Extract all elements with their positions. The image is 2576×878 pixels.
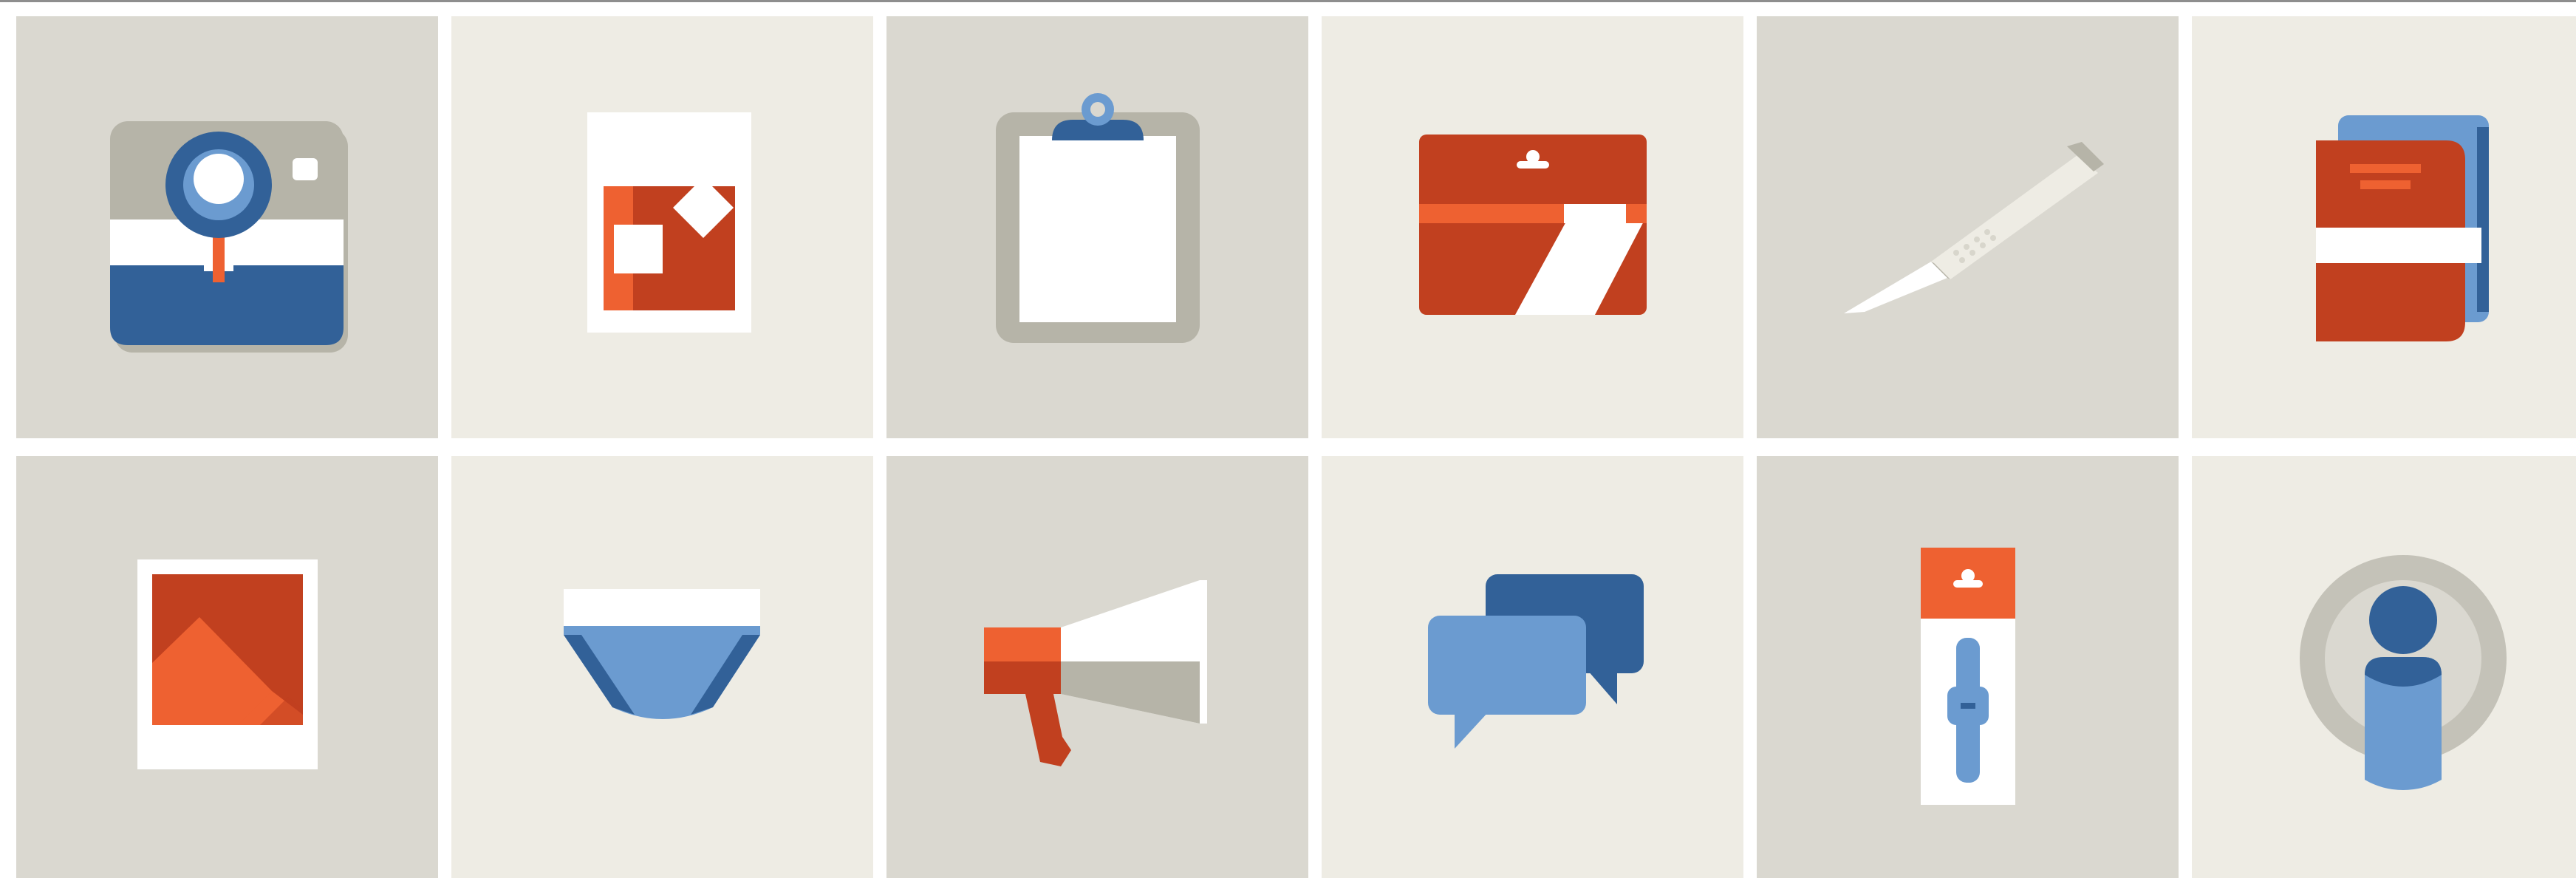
- tile-usb-drive[interactable]: [1757, 456, 2179, 878]
- tile-clipboard[interactable]: [886, 16, 1308, 438]
- pouch-icon: [1419, 135, 1647, 315]
- tile-scalpel[interactable]: [1757, 16, 2179, 438]
- user-avatar-icon: [2300, 555, 2507, 790]
- notebook-icon: [2316, 115, 2489, 341]
- photo-icon: [137, 559, 318, 769]
- tile-pouch[interactable]: [1322, 16, 1743, 438]
- tile-photo[interactable]: [16, 456, 438, 878]
- scalpel-icon: [1844, 142, 2104, 313]
- icon-grid: [16, 16, 2576, 878]
- underwear-icon: [564, 589, 760, 719]
- tile-megaphone[interactable]: [886, 456, 1308, 878]
- tile-gift-bag[interactable]: [451, 16, 873, 438]
- usb-drive-icon: [1921, 548, 2015, 805]
- clipboard-icon: [996, 93, 1200, 343]
- tile-notebook[interactable]: [2192, 16, 2576, 438]
- chat-bubbles-icon: [1428, 574, 1644, 749]
- tile-camera[interactable]: [16, 16, 438, 438]
- tile-underwear[interactable]: [451, 456, 873, 878]
- megaphone-icon: [984, 580, 1207, 766]
- tile-user-avatar[interactable]: [2192, 456, 2576, 878]
- top-divider: [0, 0, 2576, 2]
- gift-bag-icon: [577, 112, 751, 333]
- tile-chat-bubbles[interactable]: [1322, 456, 1743, 878]
- camera-icon: [110, 121, 348, 353]
